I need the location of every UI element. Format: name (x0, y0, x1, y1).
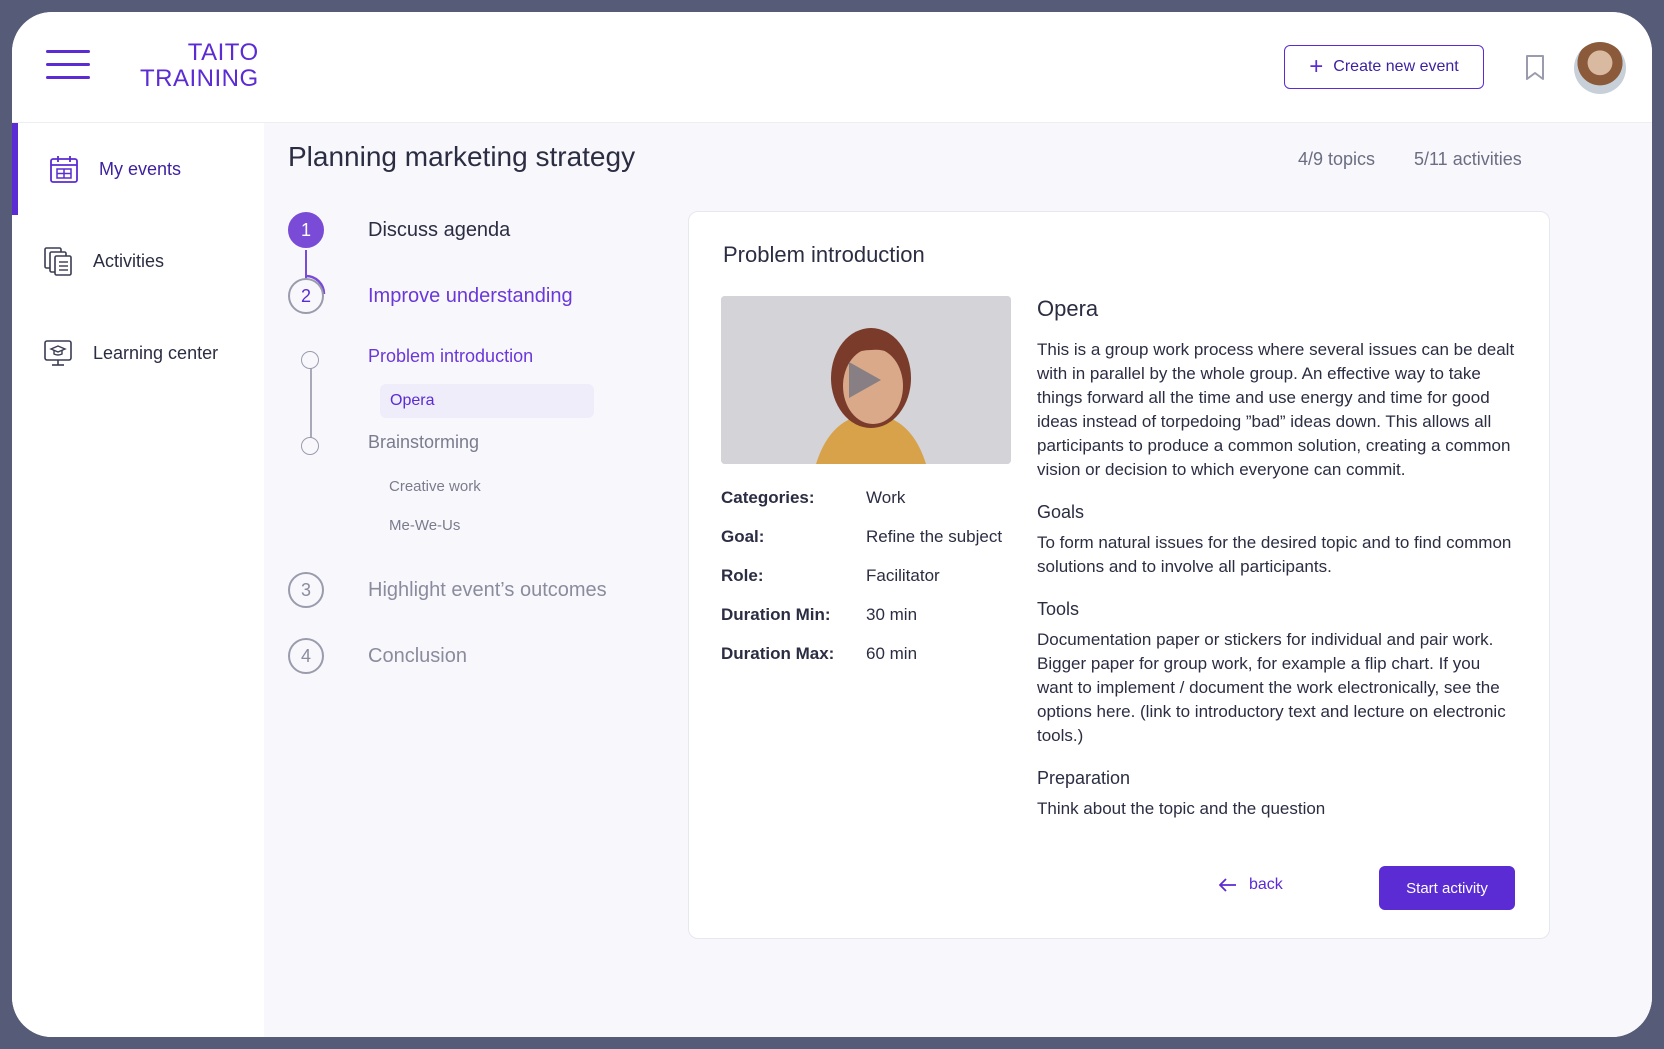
plus-icon: + (1309, 53, 1324, 80)
sidebar-item-label: Activities (93, 250, 165, 271)
substep-brainstorming[interactable]: Brainstorming (368, 432, 479, 453)
meta-value: Facilitator (866, 566, 940, 585)
logo[interactable]: TAITO TRAINING (140, 40, 259, 92)
create-event-label: Create new event (1333, 58, 1459, 75)
create-event-button[interactable]: + Create new event (1284, 45, 1484, 89)
meta-value: 60 min (866, 644, 918, 663)
step-label: Discuss agenda (368, 218, 511, 241)
logo-line1: TAITO (187, 39, 259, 66)
preparation-heading: Preparation (1037, 768, 1131, 788)
step-3[interactable]: 3 Highlight event’s outcomes (288, 572, 607, 608)
page-title: Planning marketing strategy (288, 141, 636, 172)
substep-connector (310, 368, 312, 446)
sidebar: My events Activities Learning center (12, 123, 264, 1037)
bookmark-icon[interactable] (1524, 54, 1546, 82)
topics-counter: 4/9 topics (1298, 149, 1376, 169)
activity-title: Opera (1037, 296, 1099, 321)
arrow-left-icon (1219, 878, 1236, 892)
preparation-text: Think about the topic and the question (1037, 799, 1326, 818)
documents-icon (44, 247, 72, 276)
menu-icon[interactable] (46, 50, 90, 80)
step-label: Highlight event’s outcomes (368, 578, 607, 601)
tools-text: Documentation paper or stickers for indi… (1037, 630, 1506, 745)
sidebar-item-activities[interactable]: Activities (12, 215, 264, 307)
monitor-graduation-icon (44, 340, 72, 366)
meta-value: Work (866, 488, 906, 507)
meta-key: Role: (721, 566, 764, 585)
sidebar-item-my-events[interactable]: My events (12, 123, 264, 215)
video-thumbnail[interactable] (721, 296, 1011, 464)
activities-counter: 5/11 activities (1414, 149, 1522, 169)
avatar[interactable] (1574, 42, 1626, 94)
activity-intro: This is a group work process where sever… (1037, 340, 1515, 479)
card-title: Problem introduction (723, 242, 925, 267)
main-content: Planning marketing strategy 4/9 topics 5… (264, 123, 1652, 1037)
start-activity-button[interactable]: Start activity (1379, 866, 1515, 910)
substep-marker (301, 351, 319, 369)
step-number: 1 (288, 212, 324, 248)
step-label: Improve understanding (368, 284, 573, 307)
sidebar-item-learning-center[interactable]: Learning center (12, 307, 264, 399)
app-frame: TAITO TRAINING + Create new event My eve… (12, 12, 1652, 1037)
meta-key: Categories: (721, 488, 815, 507)
meta-value: Refine the subject (866, 527, 1003, 546)
step-number: 3 (288, 572, 324, 608)
step-4[interactable]: 4 Conclusion (288, 638, 467, 674)
meta-key: Duration Min: (721, 605, 831, 624)
step-label: Conclusion (368, 644, 467, 667)
meta-key: Duration Max: (721, 644, 835, 663)
play-icon[interactable] (849, 362, 881, 398)
activity-card: Problem introduction Categories: Work Go… (688, 211, 1550, 939)
meta-key: Goal: (721, 527, 765, 546)
logo-line2: TRAINING (140, 65, 259, 92)
activity-creative-work[interactable]: Creative work (389, 478, 481, 495)
back-label: back (1249, 876, 1283, 893)
activity-me-we-us[interactable]: Me-We-Us (389, 517, 460, 534)
meta-value: 30 min (866, 605, 918, 624)
step-number: 4 (288, 638, 324, 674)
activity-description[interactable]: Opera This is a group work process where… (1037, 296, 1517, 836)
goals-text: To form natural issues for the desired t… (1037, 533, 1512, 576)
substep-problem-introduction[interactable]: Problem introduction (368, 346, 533, 367)
sidebar-item-label: My events (99, 158, 182, 179)
step-number: 2 (288, 278, 324, 314)
sidebar-item-label: Learning center (93, 342, 219, 363)
substep-marker (301, 437, 319, 455)
step-2[interactable]: 2 Improve understanding (288, 278, 573, 314)
back-button[interactable]: back (1219, 876, 1283, 894)
goals-heading: Goals (1037, 502, 1085, 522)
calendar-icon (50, 156, 78, 183)
step-1[interactable]: 1 Discuss agenda (288, 212, 510, 248)
top-bar: TAITO TRAINING + Create new event (12, 12, 1652, 123)
tools-heading: Tools (1037, 599, 1080, 619)
activity-opera[interactable]: Opera (380, 384, 594, 418)
